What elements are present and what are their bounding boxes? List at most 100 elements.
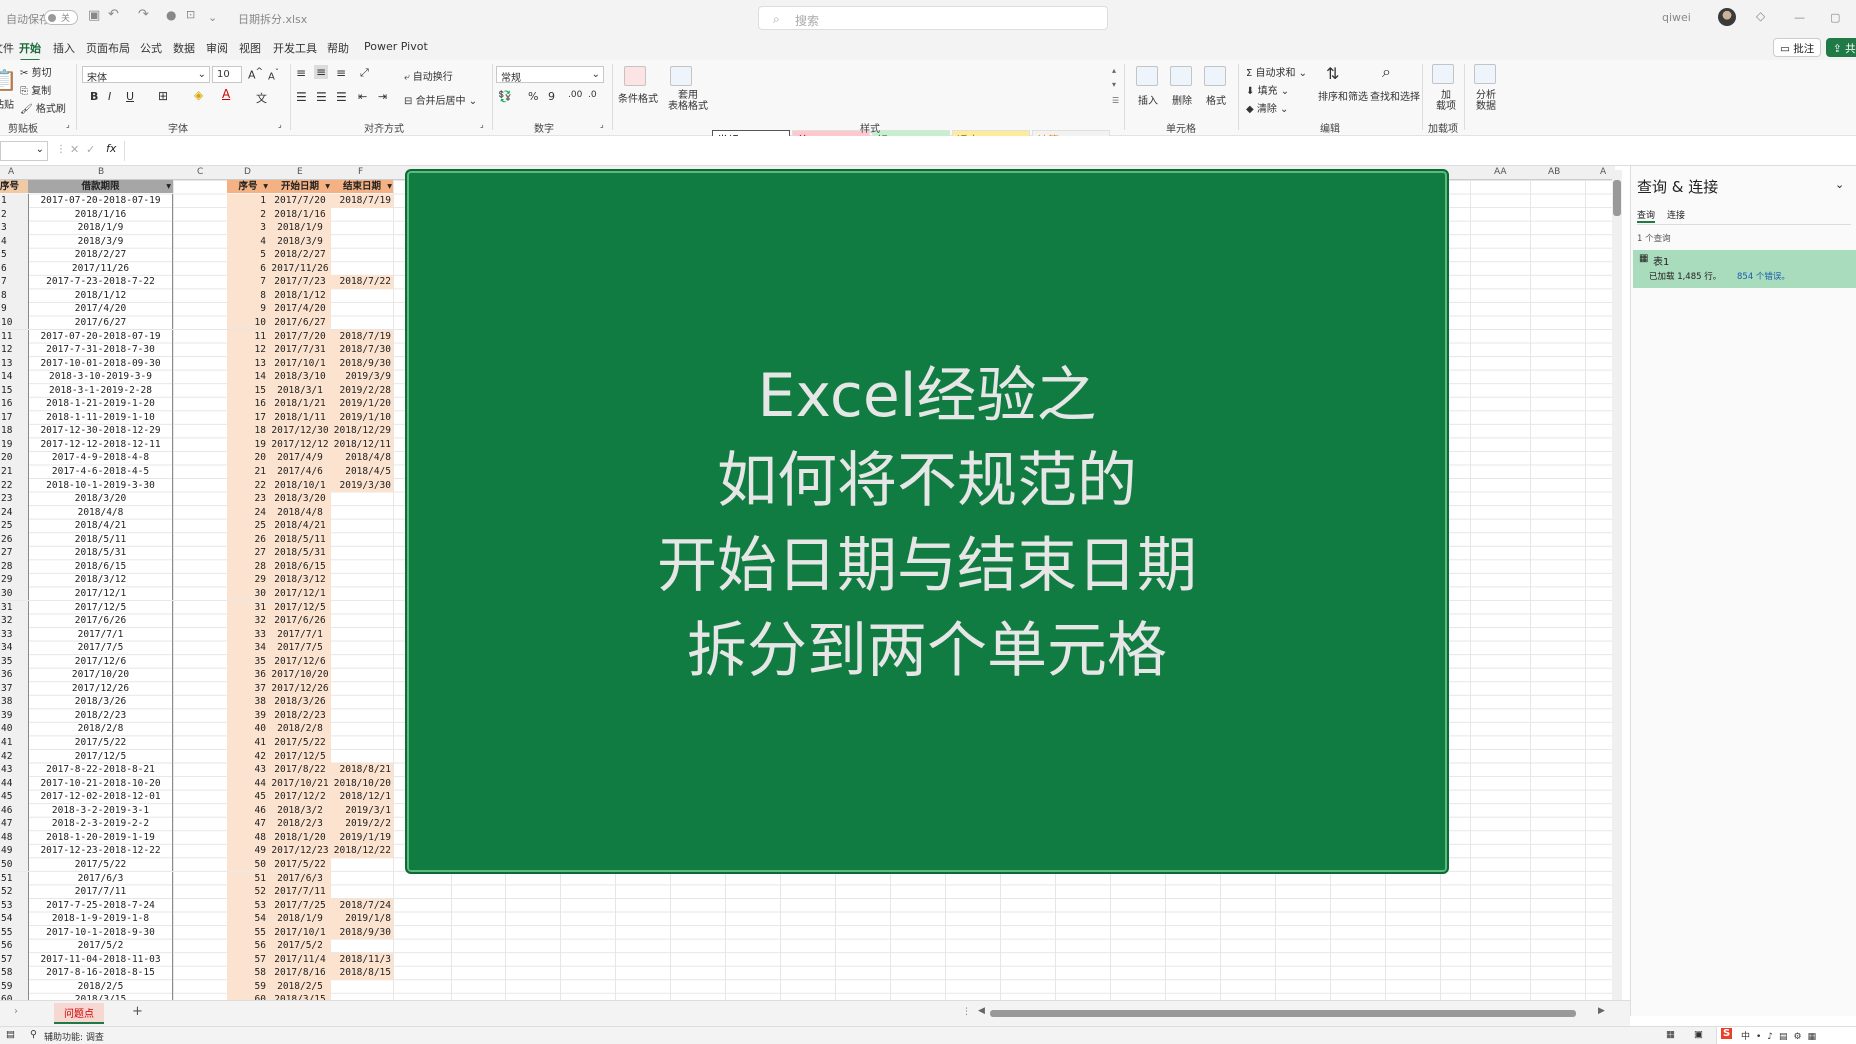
row-number[interactable]: 54: [0, 912, 28, 926]
cell-loan-term[interactable]: 2017/6/27: [28, 315, 173, 330]
row-number[interactable]: 17: [0, 410, 28, 425]
cell-start-date[interactable]: 2017/8/16: [269, 966, 331, 980]
name-box[interactable]: ⌄: [0, 141, 48, 161]
cell-index[interactable]: 11: [227, 329, 269, 344]
row-number[interactable]: 29: [0, 573, 28, 587]
tab-help[interactable]: 帮助: [327, 40, 349, 56]
cell-index[interactable]: 55: [227, 925, 269, 940]
row-number[interactable]: 40: [0, 722, 28, 736]
header-cell-a[interactable]: 序号: [0, 180, 28, 193]
cell-start-date[interactable]: 2017/5/22: [269, 857, 331, 872]
cell-index[interactable]: 3: [227, 221, 269, 235]
cell-index[interactable]: 37: [227, 681, 269, 696]
cell-start-date[interactable]: 2018/2/5: [269, 979, 331, 994]
record-icon[interactable]: ●: [166, 8, 176, 22]
scroll-thumb[interactable]: [1613, 180, 1621, 216]
cell-end-date[interactable]: 2018/11/3: [331, 952, 393, 967]
row-number[interactable]: 24: [0, 505, 28, 520]
cell-start-date[interactable]: 2018/1/21: [269, 397, 331, 411]
table-format-button[interactable]: 套用 表格格式: [668, 90, 708, 112]
cell-start-date[interactable]: 2017/6/26: [269, 614, 331, 628]
cell-start-date[interactable]: 2018/3/12: [269, 573, 331, 587]
cell-index[interactable]: 27: [227, 546, 269, 560]
tab-file[interactable]: 文件: [0, 40, 14, 56]
column-header-e[interactable]: E: [297, 167, 303, 177]
cell-loan-term[interactable]: 2017-4-6-2018-4-5: [28, 465, 173, 479]
cell-loan-term[interactable]: 2018/6/15: [28, 559, 173, 574]
ime-toolbar[interactable]: S 中•♪▤⚙▦: [1716, 1027, 1856, 1044]
row-number[interactable]: 19: [0, 437, 28, 452]
row-number[interactable]: 28: [0, 559, 28, 574]
find-select-button[interactable]: 查找和选择: [1370, 88, 1420, 103]
page-layout-icon[interactable]: ▣: [1694, 1029, 1703, 1040]
sort-filter-button[interactable]: 排序和筛选: [1318, 88, 1368, 103]
cell-index[interactable]: 41: [227, 736, 269, 750]
align-middle-icon[interactable]: ≡: [314, 65, 329, 79]
cell-start-date[interactable]: 2018/2/27: [269, 248, 331, 262]
screenshot-icon[interactable]: ⊡: [186, 8, 195, 21]
cell-end-date[interactable]: 2019/1/8: [331, 912, 393, 926]
scroll-right-icon[interactable]: ▶: [1598, 1006, 1605, 1016]
cell-start-date[interactable]: 2018/1/9: [269, 912, 331, 926]
cell-end-date[interactable]: 2018/12/11: [331, 437, 393, 452]
row-number[interactable]: 26: [0, 532, 28, 547]
tab-view[interactable]: 视图: [239, 40, 261, 56]
row-number[interactable]: 23: [0, 492, 28, 506]
cell-loan-term[interactable]: 2018-3-10-2019-3-9: [28, 370, 173, 384]
cell-index[interactable]: 53: [227, 898, 269, 913]
tab-home[interactable]: 开始: [19, 40, 41, 62]
delete-cells-button[interactable]: 删除: [1172, 92, 1192, 107]
tab-developer[interactable]: 开发工具: [273, 40, 317, 56]
cell-end-date[interactable]: 2018/4/8: [331, 451, 393, 465]
cell-start-date[interactable]: 2017/10/1: [269, 925, 331, 940]
cell-start-date[interactable]: 2017/7/25: [269, 898, 331, 913]
format-cells-icon[interactable]: [1204, 66, 1226, 86]
cell-index[interactable]: 32: [227, 614, 269, 628]
cell-start-date[interactable]: 2017/12/2: [269, 790, 331, 804]
cell-start-date[interactable]: 2017/7/5: [269, 641, 331, 655]
row-number[interactable]: 1: [0, 194, 28, 208]
row-number[interactable]: 35: [0, 654, 28, 669]
cell-end-date[interactable]: 2018/7/19: [331, 194, 393, 208]
cell-start-date[interactable]: 2017/12/26: [269, 681, 331, 696]
copy-button[interactable]: ⎘ 复制: [20, 82, 51, 97]
wrap-text-button[interactable]: ⤶ 自动换行: [404, 68, 453, 83]
cell-start-date[interactable]: 2018/1/20: [269, 830, 331, 845]
align-bottom-icon[interactable]: ≡: [336, 66, 346, 80]
cell-index[interactable]: 34: [227, 641, 269, 655]
row-number[interactable]: 49: [0, 844, 28, 858]
row-number[interactable]: 12: [0, 343, 28, 357]
cell-loan-term[interactable]: 2017-7-23-2018-7-22: [28, 275, 173, 289]
cell-end-date[interactable]: 2018/8/21: [331, 763, 393, 777]
cell-index[interactable]: 47: [227, 817, 269, 831]
analyze-data-button[interactable]: 分析 数据: [1476, 90, 1496, 112]
cell-start-date[interactable]: 2017/12/23: [269, 844, 331, 858]
cell-end-date[interactable]: 2018/7/22: [331, 275, 393, 289]
align-top-icon[interactable]: ≡: [296, 66, 306, 80]
row-number[interactable]: 5: [0, 248, 28, 262]
cell-start-date[interactable]: 2017/4/20: [269, 302, 331, 316]
conditional-format-button[interactable]: 条件格式: [618, 90, 658, 105]
cell-index[interactable]: 36: [227, 668, 269, 682]
cell-index[interactable]: 48: [227, 830, 269, 845]
row-number[interactable]: 11: [0, 329, 28, 344]
cell-index[interactable]: 20: [227, 451, 269, 465]
shrink-font-icon[interactable]: Aˇ: [268, 67, 279, 82]
cell-loan-term[interactable]: 2018/1/12: [28, 288, 173, 303]
cell-index[interactable]: 57: [227, 952, 269, 967]
cell-start-date[interactable]: 2017/12/6: [269, 654, 331, 669]
cell-index[interactable]: 14: [227, 370, 269, 384]
number-launcher-icon[interactable]: ⌟: [600, 120, 604, 129]
cell-start-date[interactable]: 2017/7/1: [269, 627, 331, 642]
cell-start-date[interactable]: 2018/2/8: [269, 722, 331, 736]
cell-index[interactable]: 13: [227, 356, 269, 371]
row-number[interactable]: 37: [0, 681, 28, 696]
filter-dropdown-icon[interactable]: ▾: [166, 180, 171, 193]
query-errors-link[interactable]: 854 个错误。: [1737, 270, 1790, 282]
row-number[interactable]: 51: [0, 871, 28, 886]
cell-loan-term[interactable]: 2018/3/9: [28, 234, 173, 249]
chevron-down-icon[interactable]: ⌄: [1835, 178, 1844, 191]
paste-icon[interactable]: 📋: [0, 68, 17, 92]
insert-function-icon[interactable]: fx: [106, 142, 116, 155]
accounting-icon[interactable]: 💱: [498, 90, 512, 103]
